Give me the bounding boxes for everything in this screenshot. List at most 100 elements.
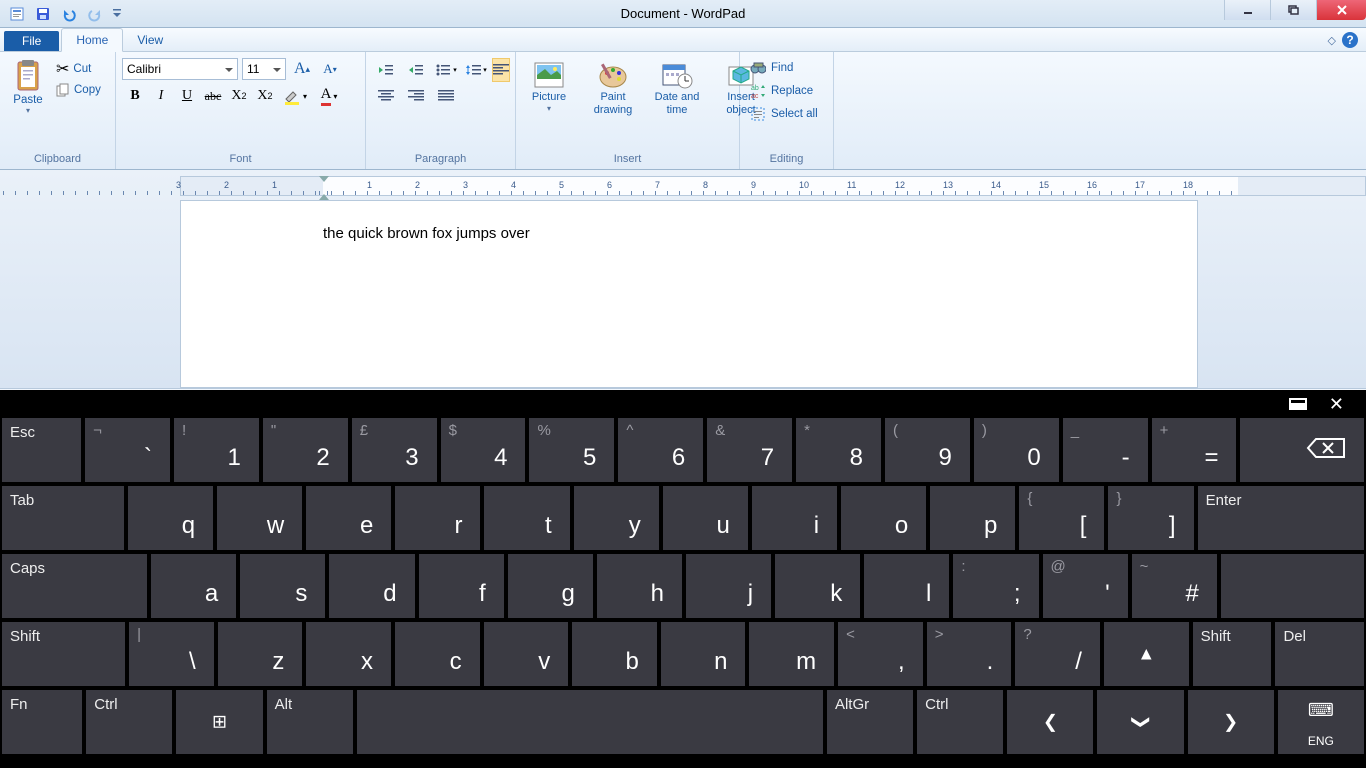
paragraph-dialog-button[interactable] [492,84,510,108]
select-all-button[interactable]: Select all [746,104,822,124]
key-q[interactable]: q [128,486,213,550]
windows-key[interactable]: ⊞ [176,690,262,754]
key-c[interactable]: c [395,622,480,686]
key-7[interactable]: &7 [707,418,792,482]
key-\[interactable]: |\ [129,622,214,686]
font-family-select[interactable]: Calibri [122,58,238,80]
key-j[interactable]: j [686,554,771,618]
key-8[interactable]: *8 [796,418,881,482]
key-t[interactable]: t [484,486,569,550]
key-m[interactable]: m [749,622,834,686]
strikethrough-button[interactable]: abc [200,84,226,108]
right-arrow-key[interactable]: ❯ [1188,690,1274,754]
key-w[interactable]: w [217,486,302,550]
key-2[interactable]: "2 [263,418,348,482]
wordpad-icon[interactable] [6,3,28,25]
backspace-key[interactable] [1240,418,1363,482]
key-][interactable]: }] [1108,486,1193,550]
home-tab[interactable]: Home [61,28,123,52]
key-altgr[interactable]: AltGr [827,690,913,754]
subscript-button[interactable]: X2 [226,84,252,108]
key-y[interactable]: y [574,486,659,550]
ruler[interactable]: 321123456789101112131415161718 [180,176,1366,196]
key-alt[interactable]: Alt [267,690,353,754]
osk-close-icon[interactable]: ✕ [1329,394,1344,415]
key-;[interactable]: :; [953,554,1038,618]
picture-button[interactable]: Picture ▾ [522,58,576,120]
key-g[interactable]: g [508,554,593,618]
key-`[interactable]: ¬` [85,418,170,482]
left-arrow-key[interactable]: ❮ [1007,690,1093,754]
date-time-button[interactable]: Date and time [650,58,704,120]
key-shift[interactable]: Shift [2,622,125,686]
key-shift[interactable]: Shift [1193,622,1272,686]
key-[[interactable]: {[ [1019,486,1104,550]
paint-drawing-button[interactable]: Paint drawing [586,58,640,120]
key-d[interactable]: d [329,554,414,618]
key-9[interactable]: (9 [885,418,970,482]
key-z[interactable]: z [218,622,303,686]
key-ctrl[interactable]: Ctrl [917,690,1003,754]
document-area[interactable]: the quick brown fox jumps over [180,200,1198,388]
italic-button[interactable]: I [148,84,174,108]
key-k[interactable]: k [775,554,860,618]
increase-indent-button[interactable] [402,58,430,82]
copy-button[interactable]: Copy [54,82,103,98]
osk-dock-icon[interactable] [1289,398,1307,410]
key-.[interactable]: >. [927,622,1012,686]
shrink-font-button[interactable]: A▾ [318,58,342,80]
key-esc[interactable]: Esc [2,418,81,482]
help-icon[interactable]: ? [1342,32,1358,48]
key-6[interactable]: ^6 [618,418,703,482]
key-fn[interactable]: Fn [2,690,82,754]
key-=[interactable]: += [1152,418,1237,482]
qat-customize-icon[interactable] [110,3,124,25]
grow-font-button[interactable]: A▴ [290,58,314,80]
key-0[interactable]: )0 [974,418,1059,482]
enter-key[interactable]: Enter [1198,486,1364,550]
down-arrow-key[interactable]: ❯ [1097,690,1183,754]
minimize-button[interactable] [1224,0,1270,20]
space-key[interactable] [357,690,823,754]
redo-button[interactable] [84,3,106,25]
key-tab[interactable]: Tab [2,486,124,550]
key-a[interactable]: a [151,554,236,618]
key-5[interactable]: %5 [529,418,614,482]
key-e[interactable]: e [306,486,391,550]
font-color-button[interactable]: A▾ [312,84,346,108]
cut-button[interactable]: ✂ Cut [54,58,103,80]
key-r[interactable]: r [395,486,480,550]
key-u[interactable]: u [663,486,748,550]
key-x[interactable]: x [306,622,391,686]
key-del[interactable]: Del [1275,622,1363,686]
key-,[interactable]: <, [838,622,923,686]
bullets-button[interactable]: ▾ [432,58,460,82]
font-size-select[interactable]: 11 [242,58,286,80]
underline-button[interactable]: U [174,84,200,108]
minimize-ribbon-icon[interactable]: ◇ [1328,34,1336,47]
key-p[interactable]: p [930,486,1015,550]
paste-button[interactable]: Paste ▾ [6,56,50,115]
key-i[interactable]: i [752,486,837,550]
key-/[interactable]: ?/ [1015,622,1100,686]
find-button[interactable]: Find [746,58,822,78]
align-center-button[interactable] [372,84,400,108]
key-1[interactable]: !1 [174,418,259,482]
close-button[interactable] [1316,0,1366,20]
up-arrow-key[interactable]: ▲ [1104,622,1189,686]
key-#[interactable]: ~# [1132,554,1217,618]
key-n[interactable]: n [661,622,746,686]
save-button[interactable] [32,3,54,25]
replace-button[interactable]: abac Replace [746,81,822,101]
key-'[interactable]: @' [1043,554,1128,618]
key-l[interactable]: l [864,554,949,618]
view-tab[interactable]: View [123,29,177,51]
key-4[interactable]: $4 [441,418,526,482]
key-3[interactable]: £3 [352,418,437,482]
align-left-button[interactable] [492,58,510,82]
decrease-indent-button[interactable] [372,58,400,82]
file-tab[interactable]: File [4,31,59,51]
key--[interactable]: _- [1063,418,1148,482]
key-h[interactable]: h [597,554,682,618]
key-f[interactable]: f [419,554,504,618]
